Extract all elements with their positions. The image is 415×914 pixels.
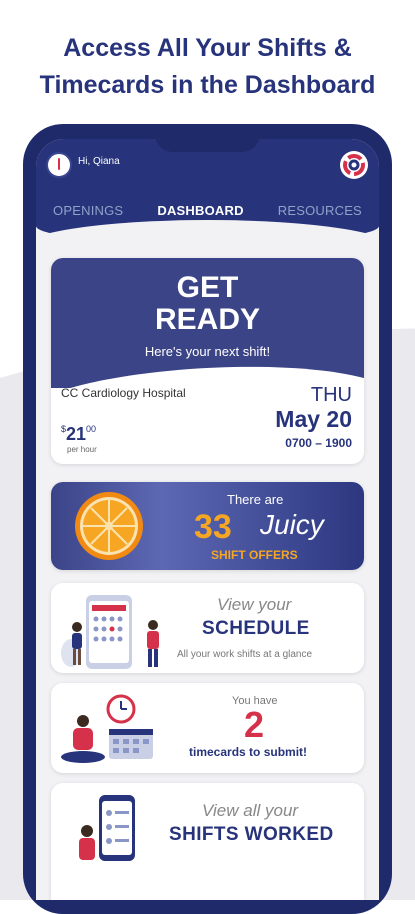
- schedule-card[interactable]: View your SCHEDULE All your work shifts …: [51, 583, 364, 673]
- app-header: Hi, Qiana OPENINGS DASHBOARD RESOURCES: [36, 139, 379, 250]
- schedule-note: All your work shifts at a glance: [177, 649, 313, 660]
- worked-lead: View all your: [202, 801, 299, 820]
- offers-word: Juicy: [260, 509, 324, 540]
- timecards-card[interactable]: You have 2 timecards to submit!: [51, 683, 364, 773]
- schedule-title: SCHEDULE: [202, 618, 310, 639]
- timecard-clock-illustration-icon: [61, 694, 153, 763]
- calendar-phone-illustration-icon: [61, 595, 159, 669]
- shift-date: May 20: [275, 406, 352, 432]
- worked-title: SHIFTS WORKED: [169, 824, 334, 845]
- greeting-text: Hi, Qiana: [78, 156, 120, 167]
- pay-unit: per hour: [67, 445, 97, 454]
- pay-rate: $2100: [61, 424, 96, 445]
- timecards-note: timecards to submit!: [189, 745, 308, 759]
- tab-dashboard[interactable]: DASHBOARD: [157, 203, 243, 223]
- offers-count: 33: [194, 508, 232, 546]
- brand-logo-icon[interactable]: [340, 151, 368, 179]
- headline-line-2: Timecards in the Dashboard: [39, 71, 376, 99]
- app-screen: Hi, Qiana OPENINGS DASHBOARD RESOURCES G…: [36, 139, 379, 900]
- offers-intro: There are: [227, 492, 284, 507]
- schedule-lead: View your: [217, 595, 292, 614]
- title-line-1: GET: [176, 271, 239, 304]
- checklist-phone-illustration-icon: [79, 795, 135, 861]
- phone-notch: [155, 124, 260, 152]
- hospital-name: CC Cardiology Hospital: [61, 386, 186, 400]
- next-shift-subtitle: Here's your next shift!: [144, 344, 271, 359]
- timecards-count: 2: [244, 704, 265, 745]
- tab-bar: OPENINGS DASHBOARD RESOURCES: [36, 203, 379, 223]
- next-shift-title: GET READY: [51, 272, 364, 336]
- pay-amount: 21: [66, 424, 87, 444]
- tab-resources[interactable]: RESOURCES: [278, 203, 362, 223]
- headline-line-1: Access All Your Shifts &: [63, 34, 352, 62]
- title-line-2: READY: [154, 303, 260, 336]
- tab-openings[interactable]: OPENINGS: [53, 203, 123, 223]
- shift-day: THU: [310, 384, 352, 406]
- pay-cents: 00: [86, 424, 97, 434]
- orange-slice-icon: [75, 492, 143, 560]
- next-shift-card[interactable]: GET READY Here's your next shift! CC Car…: [51, 258, 364, 464]
- shifts-worked-card[interactable]: View all your SHIFTS WORKED: [51, 783, 364, 900]
- shift-hours: 0700 – 1900: [285, 436, 352, 450]
- promo-headline: Access All Your Shifts & Timecards in th…: [0, 30, 415, 104]
- shift-offers-card[interactable]: There are 33 Juicy SHIFT OFFERS: [51, 482, 364, 570]
- offers-label: SHIFT OFFERS: [211, 548, 298, 562]
- avatar[interactable]: [46, 152, 72, 178]
